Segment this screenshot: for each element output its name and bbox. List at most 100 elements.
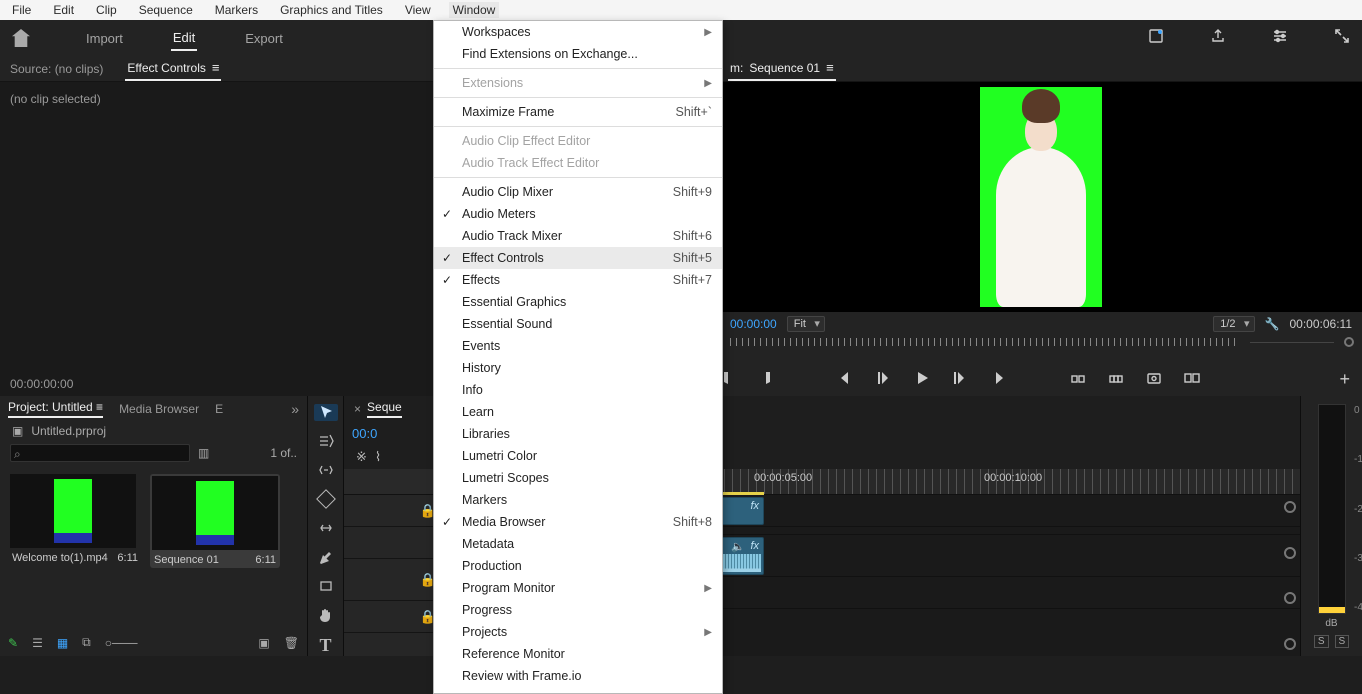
menu-events[interactable]: Events: [434, 335, 722, 357]
settings-bars-icon[interactable]: [1272, 28, 1288, 49]
timeline-tc[interactable]: 00:0: [344, 422, 424, 445]
bin-item-clip[interactable]: Welcome to(1).mp4 6:11: [10, 474, 140, 568]
timeline-close-icon[interactable]: ×: [354, 402, 361, 416]
ripple-tool-icon[interactable]: [314, 462, 338, 479]
snap-icon[interactable]: ※: [356, 449, 367, 465]
track-select-tool-icon[interactable]: [314, 433, 338, 450]
button-editor-icon[interactable]: +: [1339, 369, 1350, 390]
menu-projects[interactable]: Projects▶: [434, 621, 722, 643]
menu-audio-meters[interactable]: ✓Audio Meters: [434, 203, 722, 225]
menu-libraries[interactable]: Libraries: [434, 423, 722, 445]
menu-lumetri-color[interactable]: Lumetri Color: [434, 445, 722, 467]
track-scroll-handles[interactable]: [1284, 501, 1296, 650]
track-header-a1[interactable]: 🔒: [344, 559, 444, 601]
type-tool-icon[interactable]: T: [314, 635, 338, 656]
new-bin-icon[interactable]: ▥: [198, 446, 209, 460]
resolution-select[interactable]: 1/2: [1213, 316, 1254, 332]
tab-sequence[interactable]: Seque: [367, 400, 402, 418]
tab-effect-controls[interactable]: Effect Controls ≡: [125, 56, 221, 81]
menu-info[interactable]: Info: [434, 379, 722, 401]
home-icon[interactable]: [12, 29, 30, 47]
menu-view[interactable]: View: [401, 2, 435, 18]
zoom-fit-select[interactable]: Fit: [787, 316, 825, 332]
rectangle-tool-icon[interactable]: [314, 577, 338, 594]
solo-left[interactable]: S: [1314, 635, 1329, 648]
mode-export[interactable]: Export: [243, 27, 285, 50]
goto-in-icon[interactable]: [838, 370, 854, 389]
new-item-icon[interactable]: ▣: [258, 636, 269, 650]
mode-import[interactable]: Import: [84, 27, 125, 50]
menu-frameio[interactable]: Review with Frame.io: [434, 665, 722, 687]
tab-e[interactable]: E: [215, 402, 223, 416]
menu-audio-track-mixer[interactable]: Audio Track MixerShift+6: [434, 225, 722, 247]
mark-out-icon[interactable]: [758, 370, 774, 389]
sort-icon[interactable]: ⧉: [82, 635, 91, 650]
menu-reference-monitor[interactable]: Reference Monitor: [434, 643, 722, 665]
settings-wrench-icon[interactable]: 🔧: [1265, 317, 1280, 331]
menu-essential-graphics[interactable]: Essential Graphics: [434, 291, 722, 313]
menu-workspaces[interactable]: Workspaces▶: [434, 21, 722, 43]
menu-find-extensions[interactable]: Find Extensions on Exchange...: [434, 43, 722, 65]
slip-tool-icon[interactable]: [314, 520, 338, 537]
track-header-a2[interactable]: 🔒: [344, 601, 444, 633]
panel-menu-icon[interactable]: ≡: [212, 60, 220, 75]
goto-out-icon[interactable]: [990, 370, 1006, 389]
comparison-view-icon[interactable]: [1184, 370, 1200, 389]
share-icon[interactable]: [1210, 28, 1226, 49]
menu-program-monitor[interactable]: Program Monitor▶: [434, 577, 722, 599]
mode-edit[interactable]: Edit: [171, 26, 197, 51]
menu-maximize-frame[interactable]: Maximize FrameShift+`: [434, 101, 722, 123]
menu-history[interactable]: History: [434, 357, 722, 379]
fullscreen-icon[interactable]: [1334, 28, 1350, 49]
menu-file[interactable]: File: [8, 2, 35, 18]
tab-source[interactable]: Source: (no clips): [8, 58, 105, 80]
step-back-icon[interactable]: [876, 370, 892, 389]
menu-learn[interactable]: Learn: [434, 401, 722, 423]
list-view-icon[interactable]: ☰: [32, 636, 43, 650]
solo-right[interactable]: S: [1335, 635, 1350, 648]
project-search-input[interactable]: [10, 444, 190, 462]
bin-item-sequence[interactable]: Sequence 01 6:11: [150, 474, 280, 568]
panel-overflow-icon[interactable]: »: [291, 401, 299, 417]
program-scrubber[interactable]: [720, 338, 1362, 346]
icon-view-icon[interactable]: ▦: [57, 636, 68, 650]
export-frame-icon[interactable]: [1146, 370, 1162, 389]
main-menubar[interactable]: File Edit Clip Sequence Markers Graphics…: [0, 0, 1362, 20]
menu-effect-controls[interactable]: ✓Effect ControlsShift+5: [434, 247, 722, 269]
lift-icon[interactable]: [1070, 370, 1086, 389]
tab-program[interactable]: m: Sequence 01 ≡: [728, 56, 836, 81]
menu-progress[interactable]: Progress: [434, 599, 722, 621]
menu-production[interactable]: Production: [434, 555, 722, 577]
menu-media-browser[interactable]: ✓Media BrowserShift+8: [434, 511, 722, 533]
menu-essential-sound[interactable]: Essential Sound: [434, 313, 722, 335]
menu-clip[interactable]: Clip: [92, 2, 121, 18]
scrubber-handle-icon[interactable]: [1344, 337, 1354, 347]
play-icon[interactable]: [914, 370, 930, 389]
linked-selection-icon[interactable]: ⌇: [375, 449, 381, 465]
tab-project[interactable]: Project: Untitled ≡: [8, 400, 103, 418]
hand-tool-icon[interactable]: [314, 606, 338, 623]
selection-tool-icon[interactable]: [314, 404, 338, 421]
program-current-tc[interactable]: 00:00:00: [730, 317, 777, 331]
menu-effects[interactable]: ✓EffectsShift+7: [434, 269, 722, 291]
freeform-icon[interactable]: ✎: [8, 636, 18, 650]
menu-markers[interactable]: Markers: [211, 2, 262, 18]
program-panel-menu-icon[interactable]: ≡: [826, 60, 834, 75]
trash-icon[interactable]: 🗑: [284, 636, 299, 650]
menu-audio-clip-mixer[interactable]: Audio Clip MixerShift+9: [434, 181, 722, 203]
track-header-v1[interactable]: 🔒: [344, 495, 444, 527]
menu-graphics[interactable]: Graphics and Titles: [276, 2, 387, 18]
tab-media-browser[interactable]: Media Browser: [119, 402, 199, 416]
menu-markers[interactable]: Markers: [434, 489, 722, 511]
extract-icon[interactable]: [1108, 370, 1124, 389]
menu-sequence[interactable]: Sequence: [135, 2, 197, 18]
menu-lumetri-scopes[interactable]: Lumetri Scopes: [434, 467, 722, 489]
menu-edit[interactable]: Edit: [49, 2, 78, 18]
panel-menu-icon[interactable]: ≡: [96, 400, 103, 414]
pen-tool-icon[interactable]: [314, 548, 338, 565]
program-viewer[interactable]: [720, 82, 1362, 312]
quick-export-icon[interactable]: [1148, 28, 1164, 49]
razor-tool-icon[interactable]: [314, 491, 338, 508]
menu-metadata[interactable]: Metadata: [434, 533, 722, 555]
step-forward-icon[interactable]: [952, 370, 968, 389]
